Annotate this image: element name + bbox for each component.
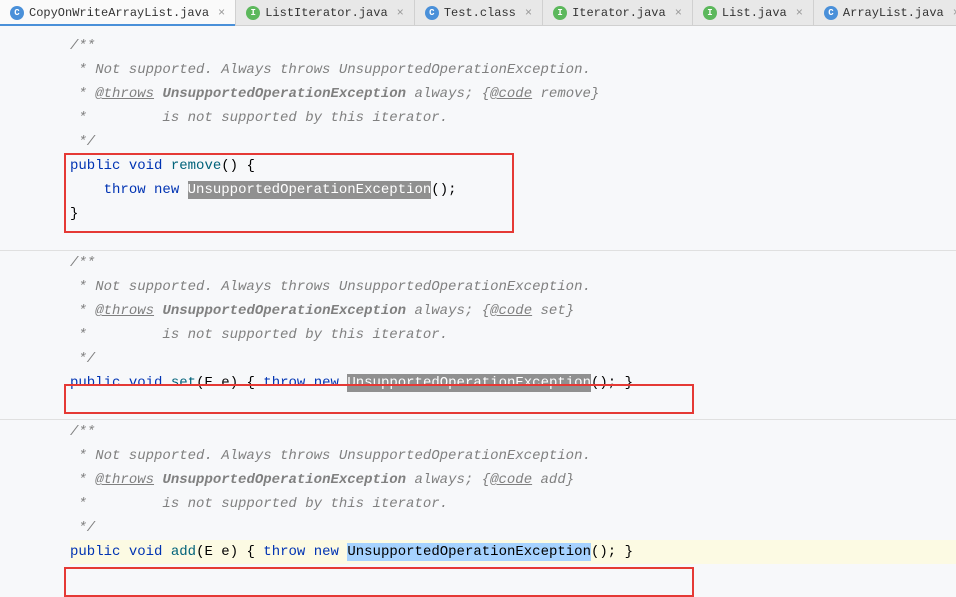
method-close: }	[70, 202, 956, 226]
doc-comment: */	[70, 347, 956, 371]
doc-comment: * Not supported. Always throws Unsupport…	[70, 444, 956, 468]
method-signature-add: public void add(E e) { throw new Unsuppo…	[70, 540, 956, 564]
tab-list[interactable]: I List.java ×	[693, 0, 814, 25]
editor-tabs: C CopyOnWriteArrayList.java × I ListIter…	[0, 0, 956, 26]
method-signature-set: public void set(E e) { throw new Unsuppo…	[70, 371, 956, 395]
code-editor[interactable]: /** * Not supported. Always throws Unsup…	[0, 26, 956, 595]
close-icon[interactable]: ×	[525, 6, 532, 20]
tab-label: Test.class	[444, 6, 516, 20]
tab-label: ListIterator.java	[265, 6, 387, 20]
highlighted-exception: UnsupportedOperationException	[188, 181, 432, 199]
throw-statement: throw new UnsupportedOperationException(…	[70, 178, 956, 202]
highlighted-exception: UnsupportedOperationException	[347, 374, 591, 392]
tab-iterator[interactable]: I Iterator.java ×	[543, 0, 693, 25]
close-icon[interactable]: ×	[218, 6, 225, 20]
interface-icon: I	[246, 6, 260, 20]
doc-comment: * @throws UnsupportedOperationException …	[70, 82, 956, 106]
tab-label: CopyOnWriteArrayList.java	[29, 6, 209, 20]
tab-label: ArrayList.java	[843, 6, 944, 20]
class-icon: C	[425, 6, 439, 20]
doc-comment: * @throws UnsupportedOperationException …	[70, 468, 956, 492]
class-icon: C	[10, 6, 24, 20]
doc-comment: /**	[70, 34, 956, 58]
class-icon: C	[824, 6, 838, 20]
gutter[interactable]	[0, 26, 70, 595]
tab-label: List.java	[722, 6, 787, 20]
doc-comment: * @throws UnsupportedOperationException …	[70, 299, 956, 323]
close-icon[interactable]: ×	[796, 6, 803, 20]
doc-comment: /**	[70, 251, 956, 275]
code-area[interactable]: /** * Not supported. Always throws Unsup…	[70, 26, 956, 595]
doc-comment: * is not supported by this iterator.	[70, 106, 956, 130]
doc-comment: /**	[70, 420, 956, 444]
close-icon[interactable]: ×	[397, 6, 404, 20]
tab-arraylist[interactable]: C ArrayList.java ×	[814, 0, 956, 25]
tab-copyonwritearraylist[interactable]: C CopyOnWriteArrayList.java ×	[0, 0, 236, 25]
tab-testclass[interactable]: C Test.class ×	[415, 0, 543, 25]
tab-label: Iterator.java	[572, 6, 666, 20]
doc-comment: * is not supported by this iterator.	[70, 323, 956, 347]
doc-comment: */	[70, 130, 956, 154]
close-icon[interactable]: ×	[675, 6, 682, 20]
doc-comment: * Not supported. Always throws Unsupport…	[70, 275, 956, 299]
interface-icon: I	[703, 6, 717, 20]
interface-icon: I	[553, 6, 567, 20]
doc-comment: * is not supported by this iterator.	[70, 492, 956, 516]
method-signature-remove: public void remove() {	[70, 154, 956, 178]
red-highlight-box	[64, 567, 694, 597]
doc-comment: * Not supported. Always throws Unsupport…	[70, 58, 956, 82]
tab-listiterator[interactable]: I ListIterator.java ×	[236, 0, 415, 25]
doc-comment: */	[70, 516, 956, 540]
highlighted-exception-selected: UnsupportedOperationException	[347, 543, 591, 561]
